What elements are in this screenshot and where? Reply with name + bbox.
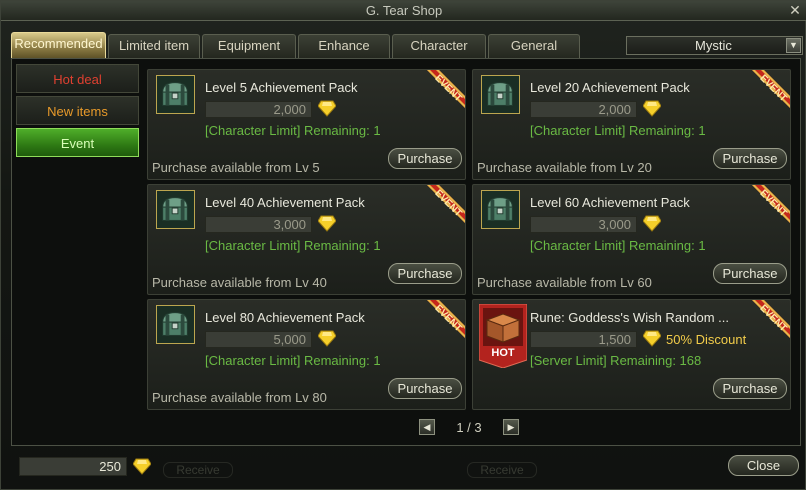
tab-recommended[interactable]: Recommended bbox=[11, 32, 106, 58]
green-chest-icon[interactable] bbox=[156, 75, 195, 114]
prev-page-button[interactable]: ◀ bbox=[419, 419, 435, 435]
chevron-down-icon[interactable]: ▼ bbox=[786, 38, 801, 53]
product-card[interactable]: Level 40 Achievement Pack 3,000 [Character… bbox=[147, 184, 466, 295]
server-select[interactable]: Mystic ▼ bbox=[626, 36, 803, 55]
purchase-button[interactable]: Purchase bbox=[713, 263, 787, 284]
sidebar-item-new-items[interactable]: New items bbox=[16, 96, 139, 125]
purchase-button[interactable]: Purchase bbox=[388, 263, 462, 284]
purchase-limit: [Character Limit] Remaining: 1 bbox=[205, 123, 381, 138]
product-name: Level 60 Achievement Pack bbox=[530, 195, 690, 210]
gem-icon bbox=[642, 100, 662, 117]
product-name: Level 20 Achievement Pack bbox=[530, 80, 690, 95]
tab-limited-item[interactable]: Limited item bbox=[108, 34, 200, 58]
sidebar-item-hot-deal[interactable]: Hot deal bbox=[16, 64, 139, 93]
discount-label: 50% Discount bbox=[666, 332, 747, 347]
sidebar-item-event[interactable]: Event bbox=[16, 128, 139, 157]
product-card[interactable]: Level 20 Achievement Pack 2,000 [Character… bbox=[472, 69, 791, 180]
product-name: Level 40 Achievement Pack bbox=[205, 195, 365, 210]
product-price: 5,000 bbox=[205, 331, 312, 348]
green-chest-icon[interactable] bbox=[481, 75, 520, 114]
purchase-button[interactable]: Purchase bbox=[713, 378, 787, 399]
availability-text: Purchase available from Lv 20 bbox=[477, 160, 652, 175]
purchase-button[interactable]: Purchase bbox=[388, 148, 462, 169]
tab-equipment[interactable]: Equipment bbox=[202, 34, 296, 58]
green-chest-icon[interactable] bbox=[156, 190, 195, 229]
gem-icon bbox=[133, 458, 151, 475]
product-card[interactable]: HOT Rune: Goddess's Wish Random ... 1,500 5… bbox=[472, 299, 791, 410]
product-price: 2,000 bbox=[205, 101, 312, 118]
product-name: Level 5 Achievement Pack bbox=[205, 80, 358, 95]
receive-button-secondary[interactable]: Receive bbox=[467, 462, 537, 478]
product-name: Level 80 Achievement Pack bbox=[205, 310, 365, 325]
close-icon[interactable]: ✕ bbox=[787, 2, 803, 18]
product-price: 2,000 bbox=[530, 101, 637, 118]
product-card[interactable]: Level 60 Achievement Pack 3,000 [Character… bbox=[472, 184, 791, 295]
purchase-limit: [Server Limit] Remaining: 168 bbox=[530, 353, 702, 368]
gem-icon bbox=[642, 215, 662, 232]
product-card[interactable]: Level 5 Achievement Pack 2,000 [Character … bbox=[147, 69, 466, 180]
event-ribbon-icon: EVENT bbox=[738, 185, 790, 237]
event-ribbon-icon: EVENT bbox=[413, 185, 465, 237]
gem-balance: 250 bbox=[19, 457, 127, 476]
shop-window: G. Tear Shop ✕ Recommended Limited item … bbox=[0, 0, 806, 490]
pagination: ◀ 1 / 3 ▶ bbox=[419, 419, 521, 437]
hot-badge: HOT bbox=[491, 347, 515, 359]
purchase-limit: [Character Limit] Remaining: 1 bbox=[530, 123, 706, 138]
tab-character[interactable]: Character bbox=[392, 34, 486, 58]
close-button[interactable]: Close bbox=[728, 455, 799, 476]
receive-button[interactable]: Receive bbox=[163, 462, 233, 478]
gem-icon bbox=[317, 215, 337, 232]
gem-icon bbox=[317, 100, 337, 117]
green-chest-icon[interactable] bbox=[481, 190, 520, 229]
green-chest-icon[interactable] bbox=[156, 305, 195, 344]
next-page-button[interactable]: ▶ bbox=[503, 419, 519, 435]
window-title: G. Tear Shop bbox=[365, 3, 443, 18]
event-ribbon-icon: EVENT bbox=[738, 300, 790, 352]
purchase-button[interactable]: Purchase bbox=[713, 148, 787, 169]
wooden-box-icon[interactable]: HOT bbox=[478, 303, 528, 369]
availability-text: Purchase available from Lv 40 bbox=[152, 275, 327, 290]
event-ribbon-icon: EVENT bbox=[413, 300, 465, 352]
availability-text: Purchase available from Lv 5 bbox=[152, 160, 320, 175]
product-name: Rune: Goddess's Wish Random ... bbox=[530, 310, 730, 325]
window-titlebar[interactable]: G. Tear Shop ✕ bbox=[1, 1, 806, 21]
product-card[interactable]: Level 80 Achievement Pack 5,000 [Character… bbox=[147, 299, 466, 410]
tab-enhance[interactable]: Enhance bbox=[298, 34, 390, 58]
product-price: 1,500 bbox=[530, 331, 637, 348]
server-select-value: Mystic bbox=[695, 38, 732, 53]
product-price: 3,000 bbox=[530, 216, 637, 233]
purchase-limit: [Character Limit] Remaining: 1 bbox=[530, 238, 706, 253]
event-ribbon-icon: EVENT bbox=[413, 70, 465, 122]
purchase-button[interactable]: Purchase bbox=[388, 378, 462, 399]
availability-text: Purchase available from Lv 60 bbox=[477, 275, 652, 290]
product-price: 3,000 bbox=[205, 216, 312, 233]
event-ribbon-icon: EVENT bbox=[738, 70, 790, 122]
gem-icon bbox=[642, 330, 662, 347]
availability-text: Purchase available from Lv 80 bbox=[152, 390, 327, 405]
purchase-limit: [Character Limit] Remaining: 1 bbox=[205, 238, 381, 253]
gem-icon bbox=[317, 330, 337, 347]
tab-general[interactable]: General bbox=[488, 34, 580, 58]
page-indicator: 1 / 3 bbox=[456, 420, 482, 435]
purchase-limit: [Character Limit] Remaining: 1 bbox=[205, 353, 381, 368]
